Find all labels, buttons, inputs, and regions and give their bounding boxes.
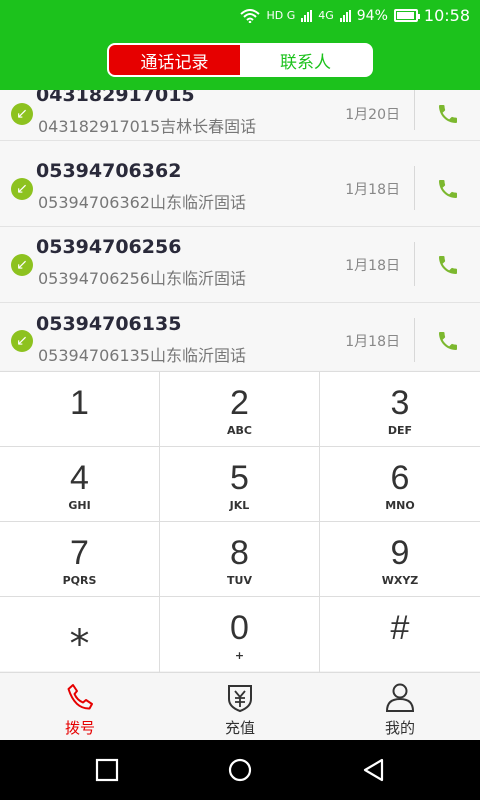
key-digit: 9 [390, 534, 410, 572]
caller-number: 05394706256 [36, 236, 182, 258]
status-indicators: HD G 4G 94% 10:58 [240, 6, 470, 25]
key-letters: MNO [385, 499, 415, 512]
caller-description: 05394706256山东临沂固话 [38, 269, 246, 288]
row-divider [414, 90, 415, 130]
network-type-2: 4G [318, 9, 334, 22]
key-digit: 1 [70, 384, 89, 422]
dialpad: 1 2 ABC 3 DEF 4 GHI 5 JKL 6 MNO 7 PQRS 8 TUV 9 W… [0, 371, 480, 672]
row-divider [414, 166, 415, 210]
key-digit: 6 [390, 459, 410, 497]
bottom-tab-bar: 拨号 充值 我的 [0, 672, 480, 740]
call-back-button[interactable] [432, 173, 464, 205]
key-0[interactable]: 0 + [160, 597, 320, 672]
call-log-row[interactable]: ↙ 05394706135 05394706135山东临沂固话 1月18日 [0, 303, 480, 370]
key-digit: 0 [230, 609, 249, 647]
key-digit: 7 [70, 534, 89, 572]
tab-dial[interactable]: 拨号 [0, 673, 160, 741]
caller-description: 043182917015吉林长春固话 [38, 117, 257, 136]
call-back-button[interactable] [432, 98, 464, 130]
recents-button[interactable] [94, 757, 120, 783]
phone-icon [439, 256, 457, 274]
key-digit: 2 [230, 384, 249, 422]
key-8[interactable]: 8 TUV [160, 522, 320, 597]
battery-icon [393, 9, 420, 22]
caller-number: 043182917015 [36, 90, 195, 106]
key-2[interactable]: 2 ABC [160, 372, 320, 447]
key-digit: 4 [70, 459, 89, 497]
tab-call-log[interactable]: 通话记录 [109, 45, 240, 75]
key-4[interactable]: 4 GHI [0, 447, 160, 522]
tab-profile[interactable]: 我的 [320, 673, 480, 741]
phone-icon [439, 105, 457, 123]
call-date: 1月18日 [345, 334, 400, 350]
key-letters: PQRS [62, 574, 97, 587]
clock: 10:58 [423, 6, 470, 25]
key-digit: 8 [230, 534, 249, 572]
key-letters: TUV [227, 574, 252, 587]
phone-icon [439, 180, 457, 198]
key-1[interactable]: 1 [0, 372, 160, 447]
phone-icon [67, 684, 93, 710]
key-star[interactable]: ⁎ [0, 597, 160, 672]
call-log-row[interactable]: ↙ 05394706362 05394706362山东临沂固话 1月18日 [0, 151, 480, 227]
key-6[interactable]: 6 MNO [320, 447, 480, 522]
incoming-call-icon: ↙ [11, 330, 33, 352]
caller-description: 05394706362山东临沂固话 [38, 193, 246, 212]
row-divider [414, 242, 415, 286]
key-letters: ABC [227, 424, 252, 437]
call-date: 1月18日 [345, 258, 400, 274]
call-log-row[interactable]: ↙ 043182917015 043182917015吉林长春固话 1月20日 [0, 90, 480, 141]
phone-icon [439, 332, 457, 350]
key-3[interactable]: 3 DEF [320, 372, 480, 447]
signal-icon-2 [339, 9, 351, 22]
key-letters: + [234, 649, 245, 662]
back-button[interactable] [361, 757, 387, 783]
key-letters: GHI [68, 499, 91, 512]
tab-label: 我的 [384, 719, 415, 737]
incoming-call-icon: ↙ [11, 254, 33, 276]
key-digit: 3 [390, 384, 410, 422]
tab-label: 充值 [224, 719, 255, 737]
call-date: 1月18日 [345, 182, 400, 198]
key-hash[interactable]: # [320, 597, 480, 672]
call-log-list[interactable]: ↙ 043182917015 043182917015吉林长春固话 1月20日 … [0, 90, 480, 370]
key-9[interactable]: 9 WXYZ [320, 522, 480, 597]
battery-fill [396, 12, 414, 19]
caller-number: 05394706135 [36, 313, 182, 335]
tab-contacts[interactable]: 联系人 [240, 45, 371, 75]
status-bar: HD G 4G 94% 10:58 [0, 0, 480, 34]
signal-icon [301, 9, 313, 22]
caller-number: 05394706362 [36, 160, 182, 182]
app-header: HD G 4G 94% 10:58 通话记录 联系人 [0, 0, 480, 90]
home-button[interactable] [227, 757, 253, 783]
battery-percent: 94% [356, 7, 388, 24]
row-divider [414, 318, 415, 362]
call-back-button[interactable] [432, 249, 464, 281]
key-letters: WXYZ [381, 574, 419, 587]
tab-recharge[interactable]: 充值 [160, 673, 320, 741]
caller-description: 05394706135山东临沂固话 [38, 346, 246, 365]
network-type-1: HD G [266, 9, 296, 22]
key-digit: # [390, 609, 410, 647]
key-letters: DEF [387, 424, 413, 437]
key-letters: JKL [229, 499, 250, 512]
view-switcher: 通话记录 联系人 [107, 43, 373, 77]
key-5[interactable]: 5 JKL [160, 447, 320, 522]
call-back-button[interactable] [432, 325, 464, 357]
wifi-icon [240, 8, 261, 23]
incoming-call-icon: ↙ [11, 103, 33, 125]
incoming-call-icon: ↙ [11, 178, 33, 200]
yuan-shield-icon [228, 685, 252, 713]
user-icon [385, 683, 415, 712]
key-digit: 5 [230, 459, 249, 497]
system-navigation-bar [0, 740, 480, 800]
tab-label: 拨号 [64, 719, 95, 737]
call-log-row[interactable]: ↙ 05394706256 05394706256山东临沂固话 1月18日 [0, 227, 480, 303]
call-date: 1月20日 [345, 107, 400, 123]
key-7[interactable]: 7 PQRS [0, 522, 160, 597]
key-digit: ⁎ [69, 610, 90, 654]
